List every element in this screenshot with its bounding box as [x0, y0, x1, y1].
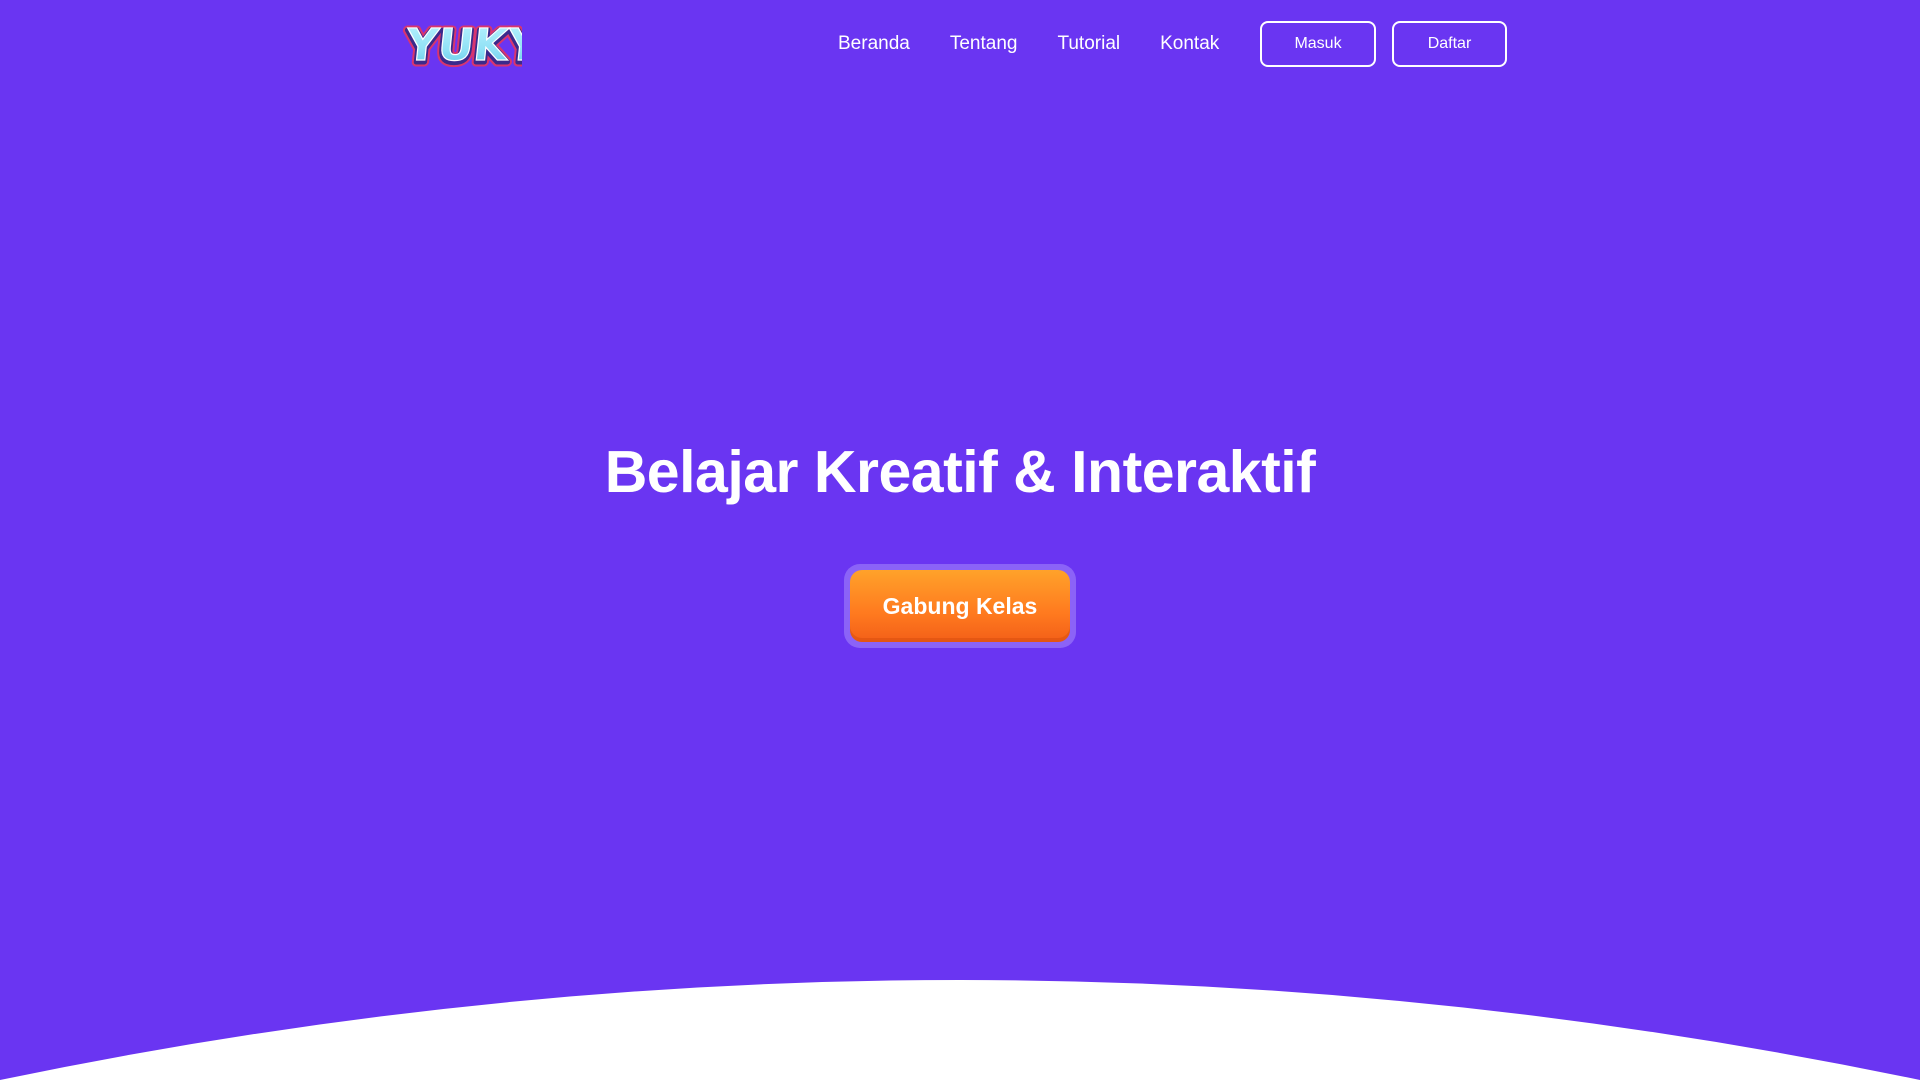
- login-button[interactable]: Masuk: [1260, 21, 1376, 67]
- nav-link-tutorial[interactable]: Tutorial: [1057, 33, 1120, 55]
- navbar: YUKY YUKY YUKY Beranda Tentang Tutorial …: [0, 0, 1920, 90]
- svg-text:YUKY: YUKY: [403, 20, 522, 71]
- nav-link-kontak[interactable]: Kontak: [1160, 33, 1219, 55]
- register-button[interactable]: Daftar: [1392, 21, 1507, 67]
- yuky-logo[interactable]: YUKY YUKY YUKY: [402, 10, 522, 74]
- bottom-wave-divider: [0, 980, 1920, 1080]
- hero-title: Belajar Kreatif & Interaktif: [604, 439, 1316, 505]
- yuky-logo-image: YUKY YUKY YUKY: [402, 18, 522, 74]
- nav-link-beranda[interactable]: Beranda: [838, 33, 910, 55]
- main-nav: Beranda Tentang Tutorial Kontak: [838, 0, 1219, 88]
- nav-link-tentang[interactable]: Tentang: [950, 33, 1018, 55]
- join-class-button[interactable]: Gabung Kelas: [850, 570, 1070, 642]
- cta-button-ring: Gabung Kelas: [844, 564, 1076, 648]
